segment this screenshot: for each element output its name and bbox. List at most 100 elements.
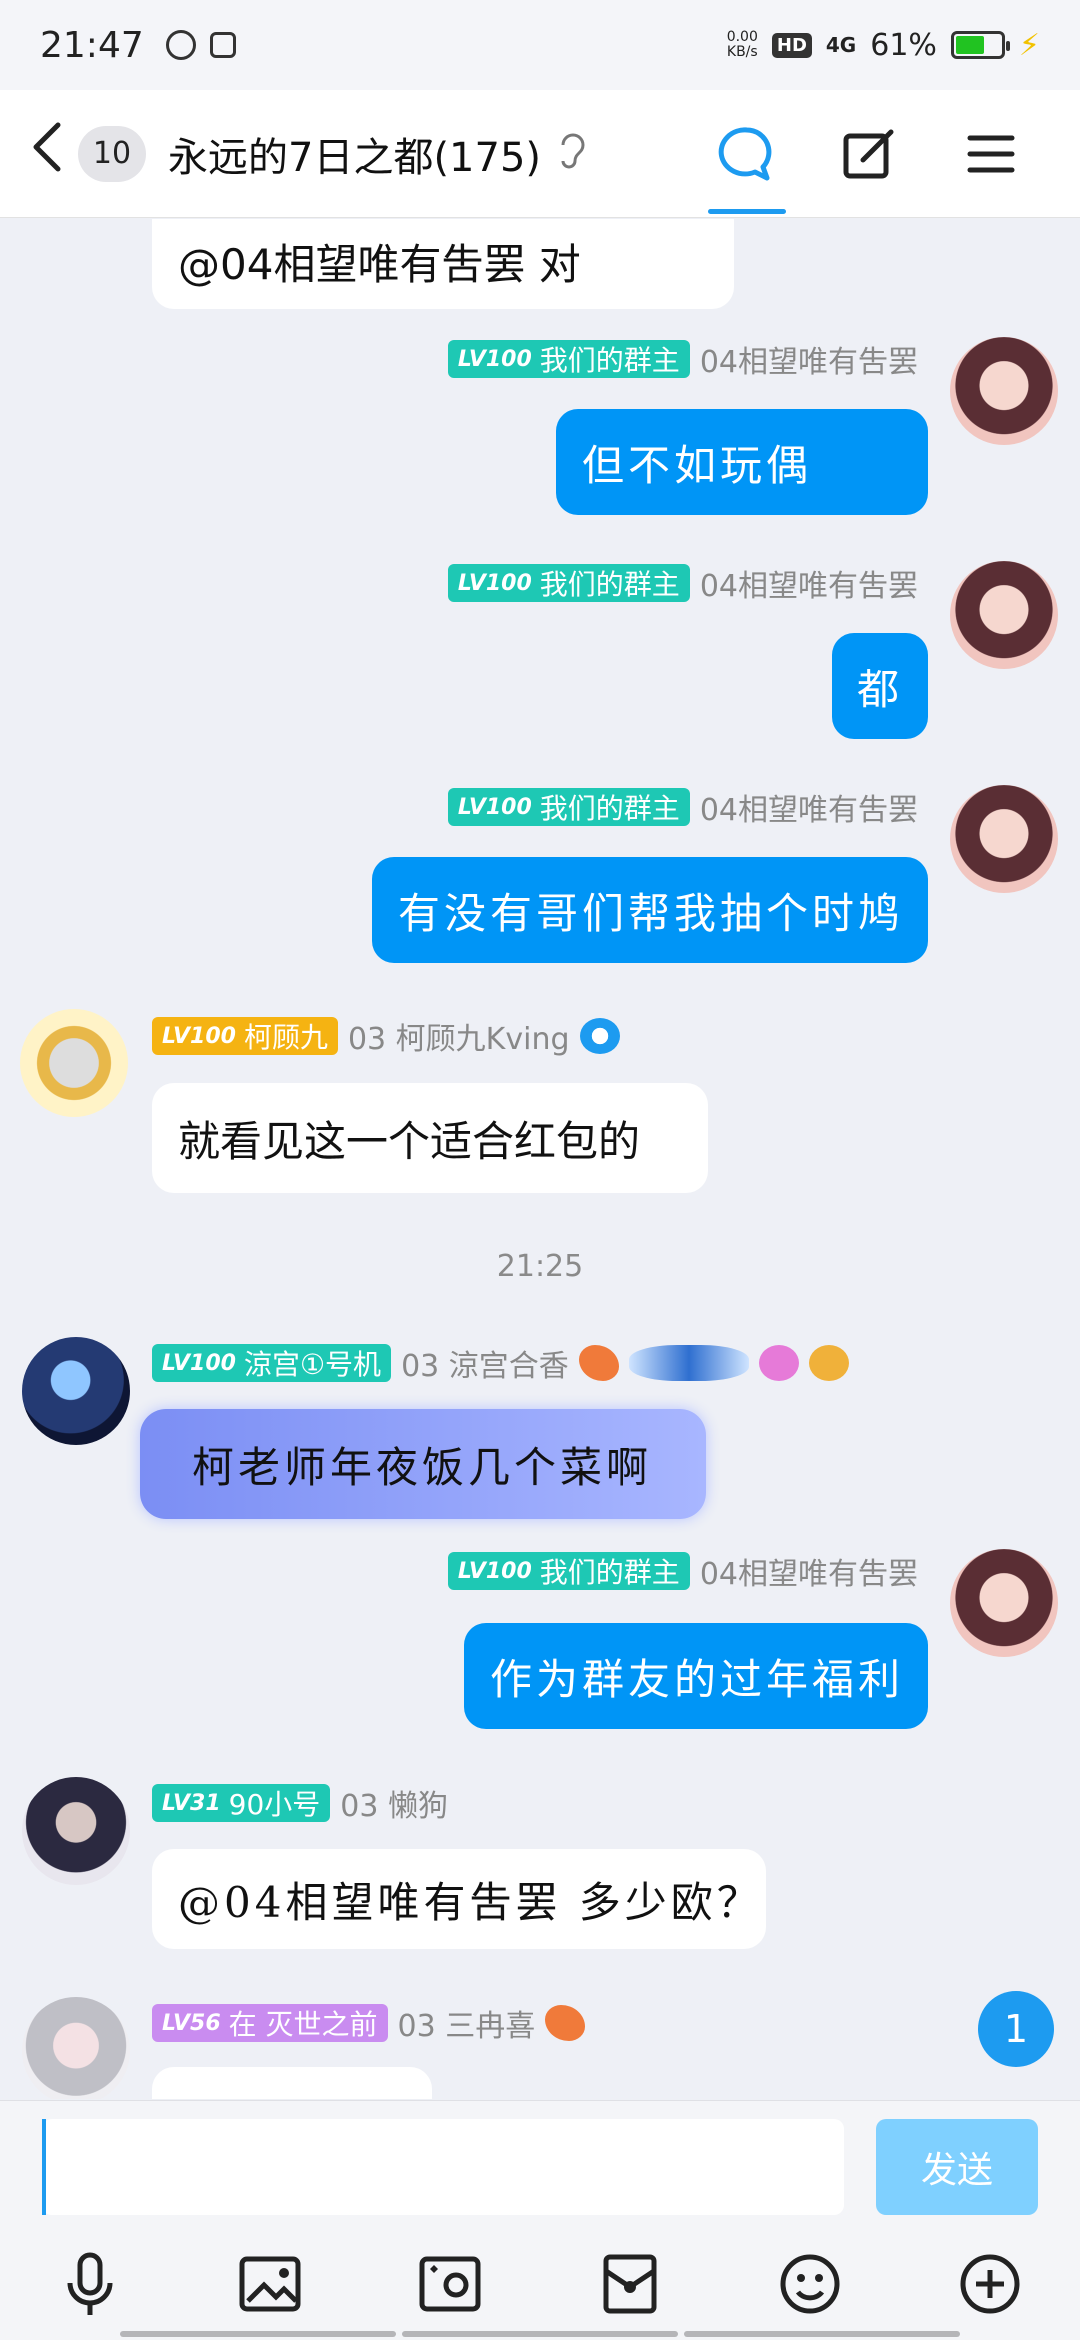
member-level: LV100 <box>162 1350 236 1376</box>
member-level: LV31 <box>162 1790 221 1816</box>
edit-icon <box>843 129 894 178</box>
member-tag: LV100 我们的群主 <box>447 788 690 826</box>
camera-button[interactable] <box>405 2239 495 2329</box>
app-notification-icon <box>165 30 196 60</box>
send-button[interactable]: 发送 <box>876 2119 1038 2215</box>
emoji-icon <box>780 2254 840 2314</box>
message-meta: LV100 我们的群主 04相望唯有吿罢 <box>447 337 918 381</box>
message-bubble[interactable]: 柯老师年夜饭几个菜啊 <box>140 1409 706 1519</box>
battery-percent: 61% <box>870 27 937 63</box>
member-tag: LV100 涼宫①号机 <box>152 1344 392 1382</box>
compose-button[interactable] <box>808 90 930 218</box>
plus-circle-icon <box>960 2254 1020 2314</box>
member-tag: LV100 我们的群主 <box>447 1552 690 1590</box>
message-meta: LV100 涼宫①号机 03 涼宫合香 <box>152 1341 849 1385</box>
message-meta: LV100 我们的群主 04相望唯有吿罢 <box>447 1549 918 1593</box>
sender-name[interactable]: 04相望唯有吿罢 <box>700 561 918 605</box>
message-bubble[interactable]: @04相望唯有吿罢 对 <box>152 219 734 309</box>
message-bubble[interactable]: @04相望唯有吿罢 多少欧？ <box>152 1849 766 1949</box>
input-toolbar <box>0 2239 1080 2329</box>
image-button[interactable] <box>225 2239 315 2329</box>
member-title: 柯顾九 <box>243 1021 328 1054</box>
message-bubble[interactable]: 有没有哥们帮我抽个时鸠 <box>372 857 928 963</box>
member-level: LV56 <box>162 2010 221 2036</box>
avatar[interactable] <box>22 1777 130 1885</box>
message-meta: LV56 在 灭世之前 03 三冉喜 <box>152 2001 586 2045</box>
member-level: LV100 <box>162 1023 236 1049</box>
member-level: LV100 <box>457 794 532 820</box>
play-badge-icon <box>579 1018 620 1054</box>
sender-name[interactable]: 04相望唯有吿罢 <box>700 785 918 829</box>
sender-name[interactable]: 03 柯顾九Kving <box>348 1014 570 1058</box>
back-button[interactable] <box>28 119 72 189</box>
battery-icon <box>950 31 1010 59</box>
red-packet-icon <box>603 2254 657 2314</box>
charging-icon: ⚡ <box>1018 27 1040 63</box>
header-actions <box>686 90 1052 218</box>
chevron-left-icon <box>33 122 61 171</box>
net-speed-unit: KB/s <box>726 44 758 60</box>
red-packet-button[interactable] <box>585 2239 675 2329</box>
message-bubble[interactable]: 都 <box>832 633 928 739</box>
message-meta: LV100 我们的群主 04相望唯有吿罢 <box>447 785 918 829</box>
menu-button[interactable] <box>930 90 1052 218</box>
ear-glyph <box>561 133 585 169</box>
earpiece-mode-icon[interactable] <box>557 129 587 178</box>
net-speed-value: 0.00 <box>726 29 758 45</box>
status-time: 21:47 <box>40 24 144 66</box>
member-tag: LV56 在 灭世之前 <box>152 2004 388 2042</box>
message-bubble[interactable]: 但不如玩偶 <box>556 409 928 515</box>
message-bubble[interactable]: 作为群友的过年福利 <box>464 1623 928 1729</box>
avatar[interactable] <box>950 785 1058 893</box>
hotspot-icon <box>209 32 236 58</box>
message-meta: LV31 90小号 03 懒狗 <box>152 1781 448 1825</box>
member-title: 我们的群主 <box>539 792 680 825</box>
avatar[interactable] <box>950 1549 1058 1657</box>
sender-name[interactable]: 03 三冉喜 <box>398 2001 536 2045</box>
more-button[interactable] <box>945 2239 1035 2329</box>
member-tag: LV100 我们的群主 <box>447 564 690 602</box>
member-title: 90小号 <box>228 1788 321 1821</box>
avatar[interactable] <box>22 1997 130 2099</box>
sender-name[interactable]: 03 懒狗 <box>340 1781 448 1825</box>
member-level: LV100 <box>457 1558 532 1584</box>
chat-header: 10 永远的7日之都(175) <box>0 90 1080 218</box>
sender-name[interactable]: 04相望唯有吿罢 <box>700 337 918 381</box>
hd-icon: HD <box>771 32 812 58</box>
emoji-button[interactable] <box>765 2239 855 2329</box>
sender-name[interactable]: 03 涼宫合香 <box>401 1341 569 1385</box>
chat-bubble-icon <box>718 126 772 180</box>
message-list[interactable]: @04相望唯有吿罢 对 LV100 我们的群主 04相望唯有吿罢 但不如玩偶 LV… <box>0 219 1080 2099</box>
sender-name[interactable]: 04相望唯有吿罢 <box>700 1549 918 1593</box>
microphone-icon <box>67 2252 113 2315</box>
group-title[interactable]: 永远的7日之都(175) <box>168 125 541 183</box>
avatar[interactable] <box>22 1337 130 1445</box>
diamond-badge-icon <box>808 1345 849 1381</box>
image-icon <box>239 2256 301 2312</box>
avatar[interactable] <box>950 561 1058 669</box>
message-bubble[interactable] <box>152 2067 432 2099</box>
voice-button[interactable] <box>45 2239 135 2329</box>
avatar[interactable] <box>20 1009 128 1117</box>
member-title: 我们的群主 <box>539 1556 680 1589</box>
member-level: LV100 <box>457 570 532 596</box>
status-bar: 21:47 0.00 KB/s HD 4G 61% ⚡ <box>0 0 1080 90</box>
member-tag: LV100 我们的群主 <box>447 340 690 378</box>
status-left-icons <box>165 30 236 60</box>
message-meta: LV100 我们的群主 04相望唯有吿罢 <box>447 561 918 605</box>
message-bubble[interactable]: 就看见这一个适合红包的 <box>152 1083 708 1193</box>
wings-badge-icon <box>628 1345 749 1381</box>
new-message-badge[interactable]: 1 <box>978 1991 1054 2067</box>
member-title: 在 灭世之前 <box>228 2008 378 2041</box>
member-title: 涼宫①号机 <box>243 1348 382 1381</box>
message-input[interactable] <box>42 2119 844 2215</box>
message-meta: LV100 柯顾九 03 柯顾九Kving <box>152 1014 620 1058</box>
net-speed: 0.00 KB/s <box>727 30 758 60</box>
avatar[interactable] <box>950 337 1058 445</box>
dragon-badge-icon <box>578 1345 619 1381</box>
back-unread-count[interactable]: 10 <box>78 125 146 182</box>
battery-level <box>955 36 984 54</box>
message-timestamp: 21:25 <box>496 1249 584 1284</box>
member-tag: LV31 90小号 <box>152 1784 331 1822</box>
chat-tab-button[interactable] <box>686 90 808 218</box>
